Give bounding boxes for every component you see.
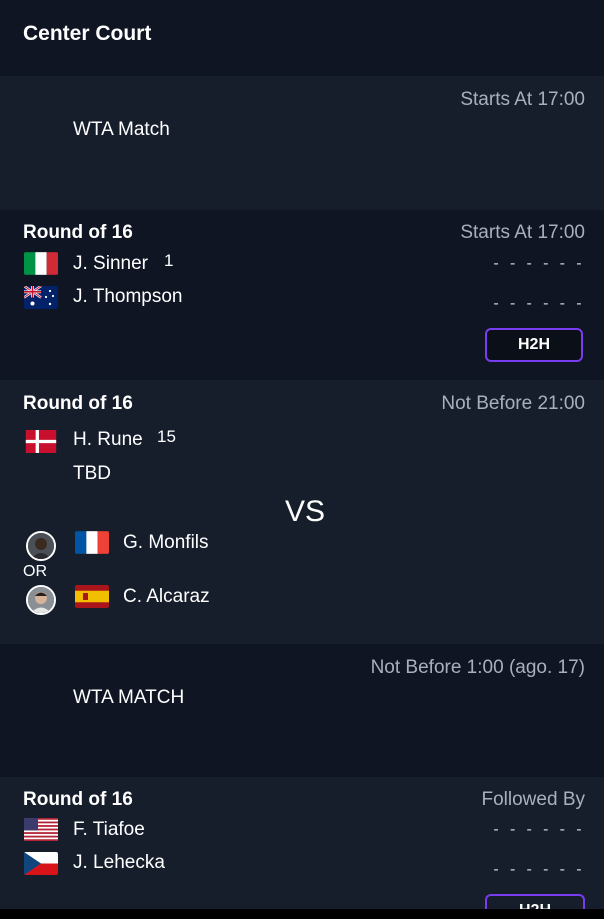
- player-seed: 1: [164, 251, 174, 270]
- france-flag-icon: [75, 531, 109, 554]
- player-name[interactable]: G. Monfils: [123, 532, 209, 554]
- match-time: Not Before 1:00 (ago. 17): [370, 657, 585, 678]
- score-placeholder: - - - - - -: [493, 821, 585, 838]
- player-name[interactable]: C. Alcaraz: [123, 586, 210, 608]
- italy-flag-icon: [24, 252, 58, 275]
- vs-label: VS: [285, 495, 326, 528]
- player-avatar-icon: [26, 585, 56, 615]
- round-label: Round of 16: [23, 393, 133, 414]
- denmark-flag-icon: [24, 430, 58, 453]
- player-seed: 15: [157, 427, 176, 446]
- player-avatar-icon: [26, 531, 56, 561]
- match-label: WTA Match: [73, 119, 170, 140]
- score-placeholder: - - - - - -: [493, 295, 585, 312]
- czech-flag-icon: [24, 852, 58, 875]
- round-label: Round of 16: [23, 789, 133, 810]
- player-name[interactable]: J. Thompson: [73, 286, 182, 308]
- score-placeholder: - - - - - -: [493, 255, 585, 272]
- australia-flag-icon: [24, 286, 58, 309]
- match-label: WTA MATCH: [73, 687, 185, 708]
- score-placeholder: - - - - - -: [493, 861, 585, 878]
- h2h-button[interactable]: H2H: [485, 328, 583, 362]
- spain-flag-icon: [75, 585, 109, 608]
- bottom-edge: [0, 909, 604, 919]
- player-name[interactable]: H. Rune: [73, 429, 143, 451]
- match-time: Followed By: [481, 789, 586, 810]
- court-title: Center Court: [23, 22, 152, 45]
- round-label: Round of 16: [23, 222, 133, 243]
- match-time: Starts At 17:00: [460, 89, 585, 110]
- match-time: Starts At 17:00: [460, 222, 585, 243]
- tbd-label: TBD: [73, 463, 111, 484]
- match-time: Not Before 21:00: [441, 393, 585, 414]
- usa-flag-icon: [24, 818, 58, 841]
- player-name[interactable]: F. Tiafoe: [73, 819, 145, 841]
- player-name[interactable]: J. Sinner: [73, 253, 148, 275]
- or-label: OR: [23, 563, 47, 580]
- player-name[interactable]: J. Lehecka: [73, 852, 165, 874]
